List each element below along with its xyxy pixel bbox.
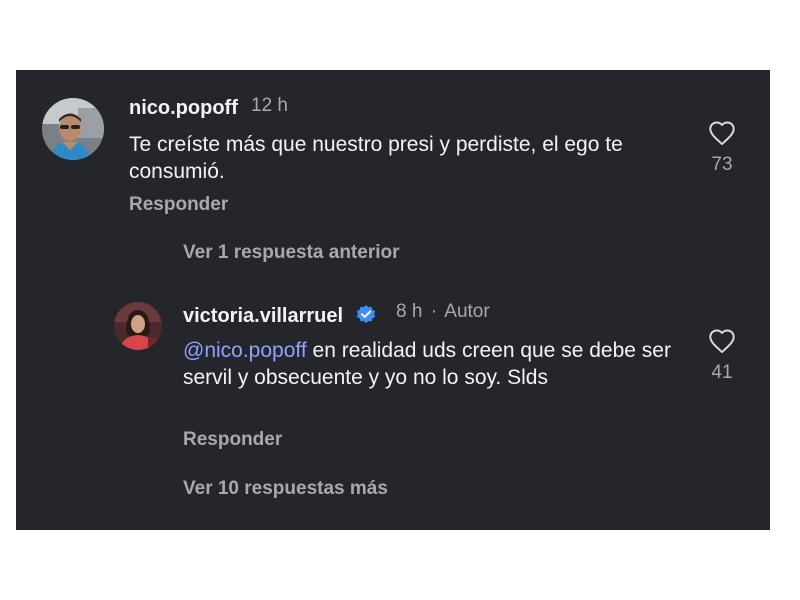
reply-username-text: victoria.villarruel (183, 305, 344, 327)
reply-meta: 8 h · Autor (396, 301, 490, 323)
verified-badge-icon (356, 305, 375, 324)
reply-like-count: 41 (711, 362, 733, 383)
comment-like-count: 73 (711, 154, 733, 175)
comment-username[interactable]: nico.popoff (129, 97, 238, 120)
mention-link[interactable]: @nico.popoff (183, 339, 307, 362)
heart-outline-icon (709, 121, 735, 146)
reply-username[interactable]: victoria.villarruel (183, 303, 377, 328)
reply-like-button[interactable]: 41 (700, 328, 744, 384)
avatar-nico-popoff[interactable] (42, 98, 104, 160)
comments-panel: nico.popoff 12 h Te creíste más que nues… (16, 70, 770, 530)
comment-text: Te creíste más que nuestro presi y perdi… (129, 133, 623, 183)
comment-like-button[interactable]: 73 (700, 120, 744, 176)
view-previous-replies-link[interactable]: Ver 1 respuesta anterior (183, 242, 400, 264)
reply-timestamp: 8 h (396, 301, 423, 322)
comment-timestamp: 12 h (251, 95, 288, 116)
avatar-victoria-villarruel[interactable] (114, 302, 162, 350)
reply-text: @nico.popoff en realidad uds creen que s… (183, 337, 688, 391)
author-tag: Autor (444, 301, 490, 322)
reply-reply-button[interactable]: Responder (183, 429, 282, 451)
comment-reply-button[interactable]: Responder (129, 194, 228, 216)
heart-outline-icon (709, 329, 735, 354)
meta-separator: · (430, 301, 438, 322)
view-more-replies-link[interactable]: Ver 10 respuestas más (183, 478, 388, 500)
